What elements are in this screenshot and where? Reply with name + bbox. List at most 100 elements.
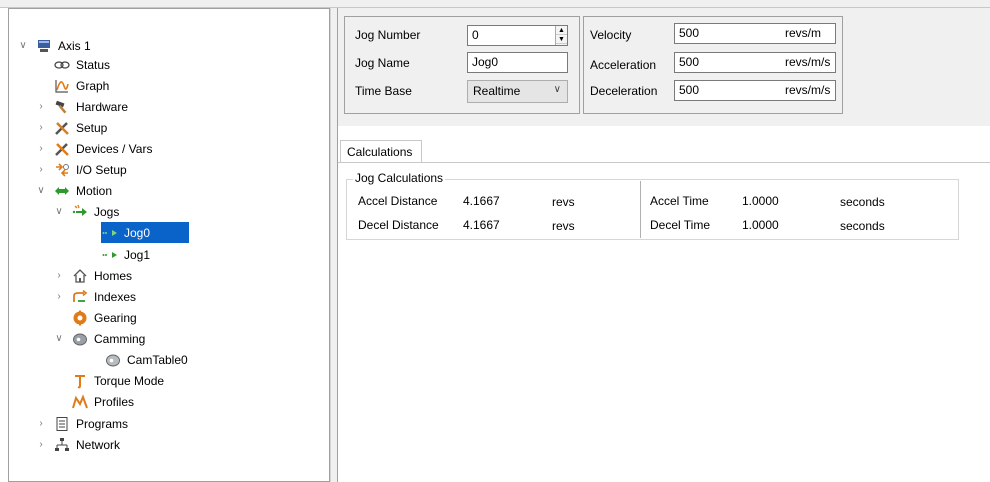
chevron-right-icon[interactable]: ›: [35, 439, 47, 451]
tree-item-status[interactable]: Status: [53, 54, 112, 75]
jog-number-label: Jog Number: [355, 28, 421, 42]
tree-item-gearing[interactable]: Gearing: [71, 307, 139, 328]
accel-time-unit: seconds: [840, 195, 885, 209]
tree-label: Jogs: [94, 204, 120, 219]
tree-label: Profiles: [94, 394, 135, 409]
spin-up-icon[interactable]: ▲: [556, 26, 567, 35]
tree-label: Status: [76, 57, 111, 72]
jog-number-value: 0: [472, 28, 479, 42]
deceleration-value: 500: [679, 83, 700, 97]
time-base-select[interactable]: Realtime ∨: [467, 80, 568, 103]
acceleration-field[interactable]: 500 revs/m/s: [674, 52, 836, 73]
devices-tools-icon: [53, 141, 71, 157]
network-icon: [53, 437, 71, 453]
jog-number-stepper[interactable]: 0 ▲ ▼: [467, 25, 568, 46]
io-setup-icon: [53, 162, 71, 178]
accel-distance-unit: revs: [552, 195, 575, 209]
tab-label: Calculations: [347, 145, 413, 159]
graph-icon: [53, 78, 71, 94]
tree-item-indexes[interactable]: › Indexes: [53, 286, 138, 307]
tree-item-graph[interactable]: Graph: [53, 75, 111, 96]
tree-item-torque-mode[interactable]: Torque Mode: [71, 370, 166, 391]
tree-item-setup[interactable]: › Setup: [35, 117, 109, 138]
chevron-down-icon[interactable]: ∨: [53, 333, 65, 345]
tree-label: Indexes: [94, 289, 137, 304]
tree-label: Axis 1: [58, 38, 91, 53]
tab-calculations[interactable]: Calculations: [340, 140, 422, 163]
spin-down-icon[interactable]: ▼: [556, 35, 567, 44]
decel-time-value: 1.0000: [742, 218, 779, 232]
accel-distance-label: Accel Distance: [358, 194, 438, 208]
accel-time-label: Accel Time: [650, 194, 709, 208]
tree-label: Graph: [76, 78, 110, 93]
tree-item-io-setup[interactable]: › I/O Setup: [35, 159, 129, 180]
tree-label: Programs: [76, 416, 129, 431]
chevron-right-icon[interactable]: ›: [53, 291, 65, 303]
motion-arrows-icon: [53, 183, 71, 199]
decel-time-unit: seconds: [840, 219, 885, 233]
tree-item-hardware[interactable]: › Hardware: [35, 96, 130, 117]
jog-name-field[interactable]: Jog0: [467, 52, 568, 73]
tree-item-homes[interactable]: › Homes: [53, 265, 134, 286]
accel-time-value: 1.0000: [742, 194, 779, 208]
window-top-edge: [0, 0, 990, 8]
calc-divider: [640, 181, 641, 238]
tree-item-jogs[interactable]: ∨ Jogs: [53, 201, 121, 222]
tree-item-jog1[interactable]: Jog1: [101, 244, 152, 265]
accel-distance-value: 4.1667: [463, 194, 500, 208]
velocity-unit: revs/m: [785, 26, 821, 40]
tree-label: Network: [76, 437, 121, 452]
jog-name-value: Jog0: [472, 55, 499, 69]
chevron-down-icon[interactable]: ∨: [17, 40, 29, 52]
chevron-down-icon: ∨: [553, 84, 561, 95]
cam-icon: [71, 331, 89, 347]
velocity-value: 500: [679, 26, 700, 40]
chevron-right-icon[interactable]: ›: [35, 122, 47, 134]
jog-name-label: Jog Name: [355, 56, 410, 70]
decel-distance-unit: revs: [552, 219, 575, 233]
spin-buttons[interactable]: ▲ ▼: [555, 26, 567, 45]
tree-item-motion[interactable]: ∨ Motion: [35, 180, 114, 201]
tree-item-profiles[interactable]: Profiles: [71, 391, 136, 412]
chevron-right-icon[interactable]: ›: [35, 143, 47, 155]
setup-tools-icon: [53, 120, 71, 136]
tree-label: Gearing: [94, 310, 137, 325]
tree-label: I/O Setup: [76, 162, 127, 177]
deceleration-field[interactable]: 500 revs/m/s: [674, 80, 836, 101]
tree-label: CamTable0: [127, 352, 188, 367]
tree-label: Jog1: [124, 247, 151, 262]
chevron-down-icon[interactable]: ∨: [53, 206, 65, 218]
deceleration-label: Deceleration: [590, 84, 658, 98]
programs-icon: [53, 416, 71, 432]
tree-item-camming[interactable]: ∨ Camming: [53, 328, 147, 349]
acceleration-label: Acceleration: [590, 58, 657, 72]
chevron-right-icon[interactable]: ›: [35, 164, 47, 176]
velocity-field[interactable]: 500 revs/m: [674, 23, 836, 44]
chevron-right-icon[interactable]: ›: [35, 101, 47, 113]
gear-icon: [71, 310, 89, 326]
tree-item-axis-1[interactable]: ∨ Axis 1: [17, 35, 93, 56]
home-icon: [71, 268, 89, 284]
time-base-value: Realtime: [473, 84, 521, 98]
tree-item-jog0[interactable]: Jog0: [101, 222, 189, 243]
tree-label: Setup: [76, 120, 108, 135]
tree-label: Jog0: [124, 225, 151, 240]
tree-label: Camming: [94, 331, 146, 346]
axis-drive-icon: [35, 38, 53, 54]
velocity-label: Velocity: [590, 28, 632, 42]
chevron-right-icon[interactable]: ›: [53, 270, 65, 282]
tree-item-camtable0[interactable]: CamTable0: [104, 349, 190, 370]
jogs-icon: [71, 204, 89, 220]
tree-label: Motion: [76, 183, 113, 198]
decel-distance-label: Decel Distance: [358, 218, 439, 232]
tree-label: Homes: [94, 268, 133, 283]
chevron-down-icon[interactable]: ∨: [35, 185, 47, 197]
tree-item-network[interactable]: › Network: [35, 434, 122, 455]
project-tree[interactable]: ∨ Axis 1 Status Graph › Hardware › Setup: [8, 8, 330, 482]
panel-splitter[interactable]: [330, 8, 337, 482]
tree-item-devices-vars[interactable]: › Devices / Vars: [35, 138, 154, 159]
status-link-icon: [53, 57, 71, 73]
tree-item-programs[interactable]: › Programs: [35, 413, 130, 434]
chevron-right-icon[interactable]: ›: [35, 418, 47, 430]
tab-underline: [338, 162, 990, 163]
